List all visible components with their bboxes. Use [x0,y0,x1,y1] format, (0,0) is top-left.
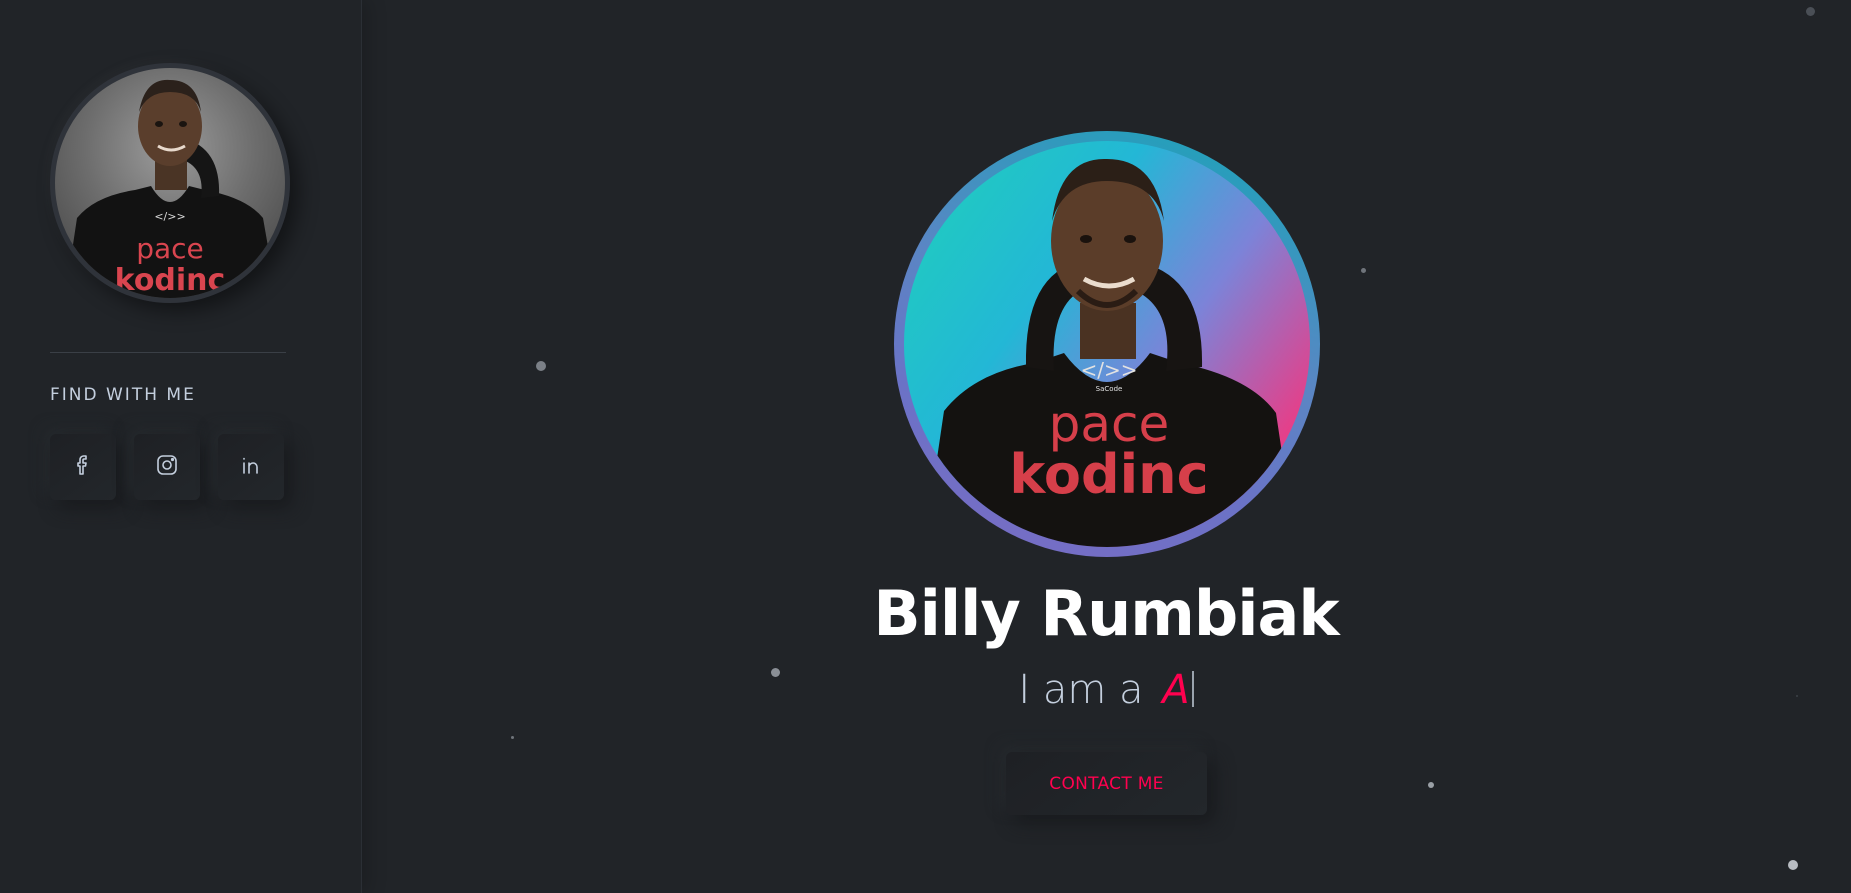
hero-avatar: </>> SaCode pace kodinc [894,131,1320,557]
particle-dot [536,361,546,371]
hero-name-container: Billy Rumbiak [361,577,1851,650]
typed-role-text: A [1162,667,1190,713]
svg-text:</>>: </>> [1080,358,1137,382]
social-links [50,434,284,500]
sidebar-avatar-photo: </>> pace kodinc [65,79,277,298]
particle-dot [1788,860,1798,870]
sidebar-avatar: </>> pace kodinc [50,63,290,303]
hero-avatar-photo: </>> SaCode pace kodinc [904,141,1310,547]
svg-text:</>>: </>> [154,210,185,223]
sidebar: </>> pace kodinc FIND WITH ME [0,0,362,893]
facebook-icon [71,453,95,482]
svg-text:SaCode: SaCode [1096,385,1123,393]
facebook-button[interactable] [50,434,116,500]
portfolio-page: </>> pace kodinc FIND WITH ME </>> SaCod… [0,0,1851,893]
linkedin-button[interactable] [218,434,284,500]
hero-tagline: I am a A [361,667,1851,713]
contact-me-button[interactable]: CONTACT ME [1006,752,1207,815]
svg-text:pace: pace [136,232,204,265]
hero-name: Billy Rumbiak [873,577,1339,650]
linkedin-icon [239,453,263,482]
instagram-button[interactable] [134,434,200,500]
tagline-prefix: I am a [1018,667,1144,713]
svg-text:kodinc: kodinc [115,263,226,298]
typing-cursor [1191,671,1194,707]
particle-dot [1806,7,1815,16]
particle-dot [1361,268,1366,273]
instagram-icon [155,453,179,482]
sidebar-divider [50,352,286,353]
particle-dot [511,736,514,739]
svg-text:kodinc: kodinc [1009,443,1208,506]
find-with-me-title: FIND WITH ME [50,385,196,405]
particle-dot [1428,782,1434,788]
